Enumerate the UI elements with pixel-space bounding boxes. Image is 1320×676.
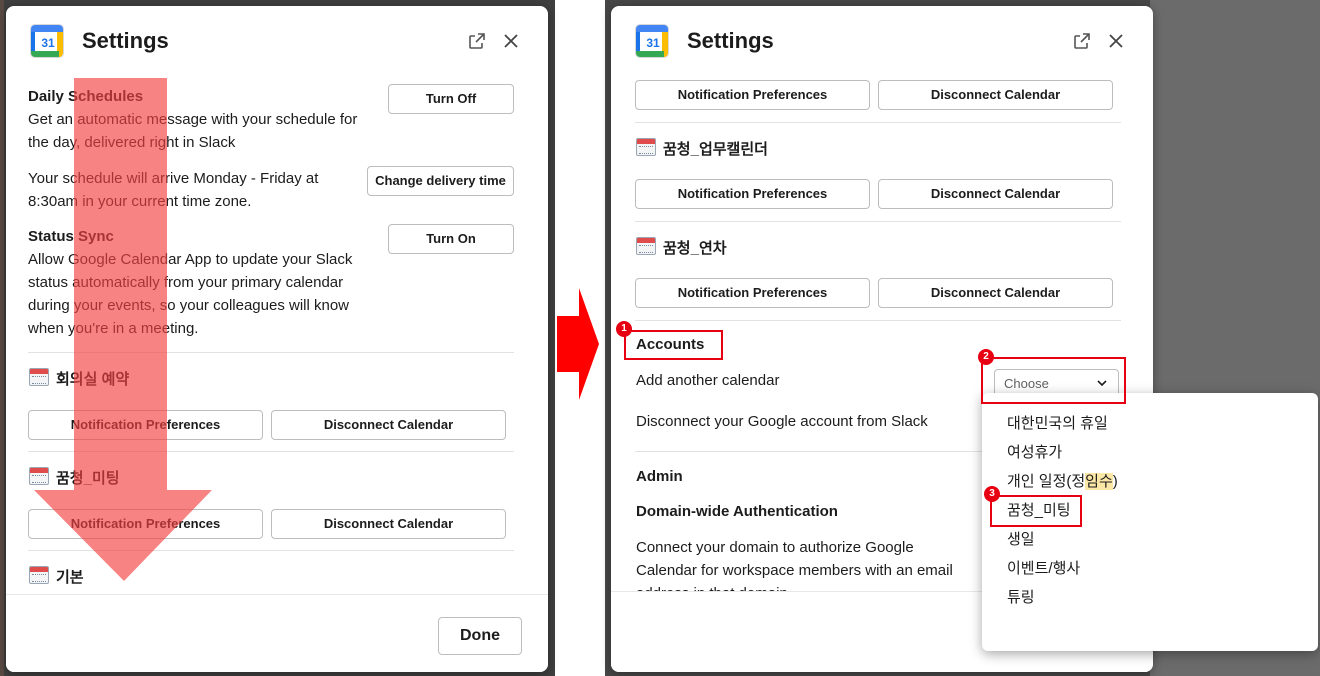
settings-modal-left: 31 Settings Daily Schedules Turn Off Get… [6, 6, 548, 672]
calendar-name: 기본 [56, 569, 84, 586]
external-link-icon[interactable] [466, 30, 488, 52]
disconnect-calendar-button[interactable]: Disconnect Calendar [271, 410, 506, 440]
modal-title: Settings [687, 28, 774, 53]
admin-title: Admin [636, 468, 683, 485]
status-sync-desc-1: Allow Google Calendar App to update your… [28, 251, 353, 268]
disconnect-calendar-button[interactable]: Disconnect Calendar [271, 509, 506, 539]
highlight-box-choose [981, 357, 1126, 404]
dropdown-option-text: 개인 일정(정 [1007, 473, 1086, 490]
change-delivery-time-button[interactable]: Change delivery time [367, 166, 514, 196]
disconnect-calendar-button[interactable]: Disconnect Calendar [878, 179, 1113, 209]
status-sync-desc-2: status automatically from your primary c… [28, 274, 344, 291]
calendar-name: 꿈청_연차 [663, 240, 727, 257]
google-calendar-icon: 31 [30, 24, 64, 58]
modal-body[interactable]: Daily Schedules Turn Off Get an automati… [6, 76, 548, 596]
daily-schedules-desc-2: the day, delivered right in Slack [28, 134, 236, 151]
disconnect-calendar-button[interactable]: Disconnect Calendar [878, 80, 1113, 110]
disconnect-account-label: Disconnect your Google account from Slac… [636, 413, 928, 430]
calendar-icon [636, 138, 656, 156]
daily-schedules-title: Daily Schedules [28, 88, 144, 105]
notification-preferences-button[interactable]: Notification Preferences [635, 278, 870, 308]
status-sync-desc-4: when you're in a meeting. [28, 320, 199, 337]
domain-auth-title: Domain-wide Authentication [636, 503, 838, 520]
dropdown-option[interactable]: 튜링 [1007, 586, 1035, 607]
highlight-box-accounts [624, 330, 723, 360]
dropdown-option[interactable]: 개인 일정(정임수) [1007, 470, 1118, 491]
close-icon[interactable] [1105, 30, 1127, 52]
daily-schedules-desc-1: Get an automatic message with your sched… [28, 111, 358, 128]
domain-auth-desc-2: Calendar for workspace members with an e… [636, 562, 953, 579]
divider [28, 451, 514, 452]
disconnect-calendar-button[interactable]: Disconnect Calendar [878, 278, 1113, 308]
dropdown-option[interactable]: 이벤트/행사 [1007, 557, 1080, 578]
dropdown-option[interactable]: 대한민국의 휴일 [1007, 412, 1108, 433]
calendar-name: 꿈청_미팅 [56, 470, 120, 487]
notification-preferences-button[interactable]: Notification Preferences [635, 179, 870, 209]
status-sync-title: Status Sync [28, 228, 114, 245]
notification-preferences-button[interactable]: Notification Preferences [635, 80, 870, 110]
delivery-desc-2: 8:30am in your current time zone. [28, 193, 252, 210]
app-icon-number: 31 [646, 36, 660, 50]
calendar-icon [636, 237, 656, 255]
modal-footer: Done [6, 594, 548, 672]
status-sync-desc-3: during your events, so your colleagues w… [28, 297, 349, 314]
divider [635, 221, 1121, 222]
dropdown-option[interactable]: 생일 [1007, 528, 1035, 549]
close-icon[interactable] [500, 30, 522, 52]
modal-title: Settings [82, 28, 169, 53]
domain-auth-desc-1: Connect your domain to authorize Google [636, 539, 914, 556]
step-marker: 1 [616, 321, 632, 337]
divider [28, 352, 514, 353]
external-link-icon[interactable] [1071, 30, 1093, 52]
google-calendar-icon: 31 [635, 24, 669, 58]
turn-on-button[interactable]: Turn On [388, 224, 514, 254]
notification-preferences-button[interactable]: Notification Preferences [28, 509, 263, 539]
highlight-box-option [990, 495, 1082, 527]
calendar-name: 회의실 예약 [56, 371, 130, 388]
done-button[interactable]: Done [438, 617, 522, 655]
modal-header: 31 Settings [611, 6, 1153, 76]
divider [28, 550, 514, 551]
domain-auth-desc-3: address in that domain. [636, 582, 792, 591]
calendar-icon [29, 368, 49, 386]
add-another-calendar-label: Add another calendar [636, 372, 780, 389]
step-marker: 2 [978, 349, 994, 365]
dropdown-option-highlight: 임수 [1085, 473, 1113, 490]
calendar-icon [29, 566, 49, 584]
delivery-desc-1: Your schedule will arrive Monday - Frida… [28, 170, 319, 187]
calendar-icon [29, 467, 49, 485]
dropdown-option[interactable]: 여성휴가 [1007, 441, 1062, 462]
arrow-right-icon [557, 288, 599, 400]
background-edge [0, 0, 4, 676]
divider [635, 320, 1121, 321]
app-icon-number: 31 [41, 36, 55, 50]
dropdown-option-suffix: ) [1112, 473, 1118, 490]
divider [635, 122, 1121, 123]
turn-off-button[interactable]: Turn Off [388, 84, 514, 114]
step-marker: 3 [984, 486, 1000, 502]
notification-preferences-button[interactable]: Notification Preferences [28, 410, 263, 440]
calendar-name: 꿈청_업무캘린더 [663, 141, 768, 158]
modal-header: 31 Settings [6, 6, 548, 76]
